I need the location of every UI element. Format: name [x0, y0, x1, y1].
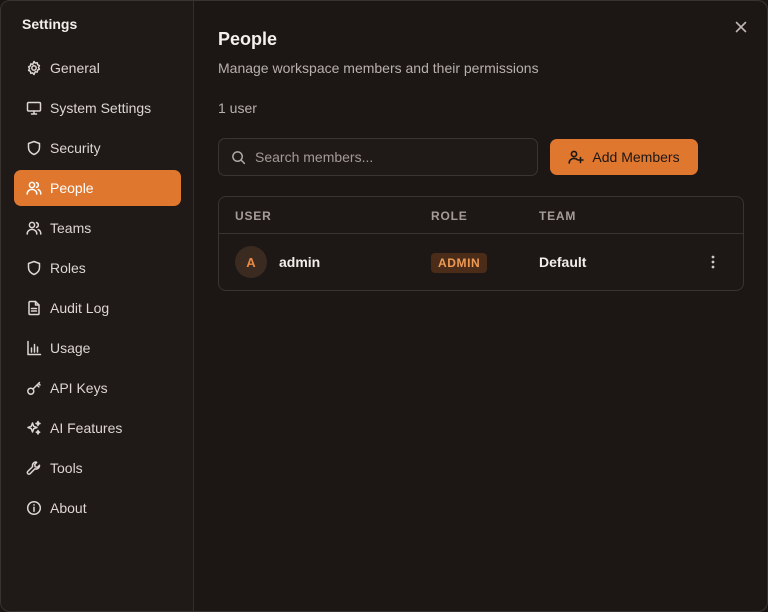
sparkles-icon: [26, 420, 42, 436]
sidebar-item-api-keys[interactable]: API Keys: [14, 370, 181, 406]
sidebar-item-security[interactable]: Security: [14, 130, 181, 166]
search-icon: [232, 150, 246, 164]
key-icon: [26, 380, 42, 396]
sidebar: Settings General System Settings Securit…: [1, 1, 194, 611]
users-icon: [26, 180, 42, 196]
info-icon: [26, 500, 42, 516]
sidebar-item-label: Tools: [50, 460, 83, 476]
sidebar-title: Settings: [22, 16, 78, 32]
sidebar-item-about[interactable]: About: [14, 490, 181, 526]
settings-window: Settings General System Settings Securit…: [0, 0, 768, 612]
sidebar-item-teams[interactable]: Teams: [14, 210, 181, 246]
sidebar-item-label: General: [50, 60, 100, 76]
row-actions-button[interactable]: [703, 250, 723, 274]
wrench-icon: [26, 460, 42, 476]
more-vertical-icon: [711, 255, 715, 269]
sidebar-item-label: API Keys: [50, 380, 108, 396]
user-count: 1 user: [218, 100, 257, 116]
sidebar-item-usage[interactable]: Usage: [14, 330, 181, 366]
monitor-icon: [26, 100, 42, 116]
sidebar-item-label: Teams: [50, 220, 92, 236]
sidebar-item-label: Usage: [50, 340, 91, 356]
document-icon: [26, 300, 42, 316]
main-panel: People Manage workspace members and thei…: [194, 1, 767, 611]
close-icon: [735, 21, 747, 33]
sidebar-item-people[interactable]: People: [14, 170, 181, 206]
sidebar-item-label: Security: [50, 140, 101, 156]
add-user-icon: [568, 150, 585, 164]
close-button[interactable]: [732, 18, 750, 36]
team-icon: [26, 220, 42, 236]
sidebar-item-roles[interactable]: Roles: [14, 250, 181, 286]
add-members-button[interactable]: Add Members: [550, 139, 698, 175]
sidebar-item-label: AI Features: [50, 420, 123, 436]
sidebar-item-ai-features[interactable]: AI Features: [14, 410, 181, 446]
column-header-user: USER: [235, 209, 272, 223]
search-box[interactable]: [218, 138, 538, 176]
add-members-label: Add Members: [592, 149, 680, 165]
sidebar-item-audit-log[interactable]: Audit Log: [14, 290, 181, 326]
sidebar-item-label: Audit Log: [50, 300, 110, 316]
shield-icon: [26, 260, 42, 276]
team-name: Default: [539, 254, 587, 270]
sidebar-item-label: People: [50, 180, 94, 196]
sidebar-item-label: Roles: [50, 260, 86, 276]
bar-chart-icon: [26, 340, 42, 356]
avatar: A: [235, 246, 267, 278]
sidebar-item-system-settings[interactable]: System Settings: [14, 90, 181, 126]
sidebar-item-label: System Settings: [50, 100, 152, 116]
page-subtitle: Manage workspace members and their permi…: [218, 60, 539, 76]
search-input[interactable]: [255, 149, 525, 165]
user-name: admin: [279, 254, 321, 270]
sidebar-item-general[interactable]: General: [14, 50, 181, 86]
table-row[interactable]: A admin ADMIN Default: [219, 234, 743, 291]
column-header-team: TEAM: [539, 209, 577, 223]
shield-icon: [26, 140, 42, 156]
page-title: People: [218, 29, 278, 49]
sidebar-nav: General System Settings Security People: [14, 50, 181, 530]
sidebar-item-label: About: [50, 500, 87, 516]
table-header: USER ROLE TEAM: [219, 197, 743, 234]
members-table: USER ROLE TEAM A admin ADMIN Default: [218, 196, 744, 291]
role-badge: ADMIN: [431, 253, 488, 273]
gear-icon: [26, 60, 42, 76]
column-header-role: ROLE: [431, 209, 468, 223]
sidebar-item-tools[interactable]: Tools: [14, 450, 181, 486]
